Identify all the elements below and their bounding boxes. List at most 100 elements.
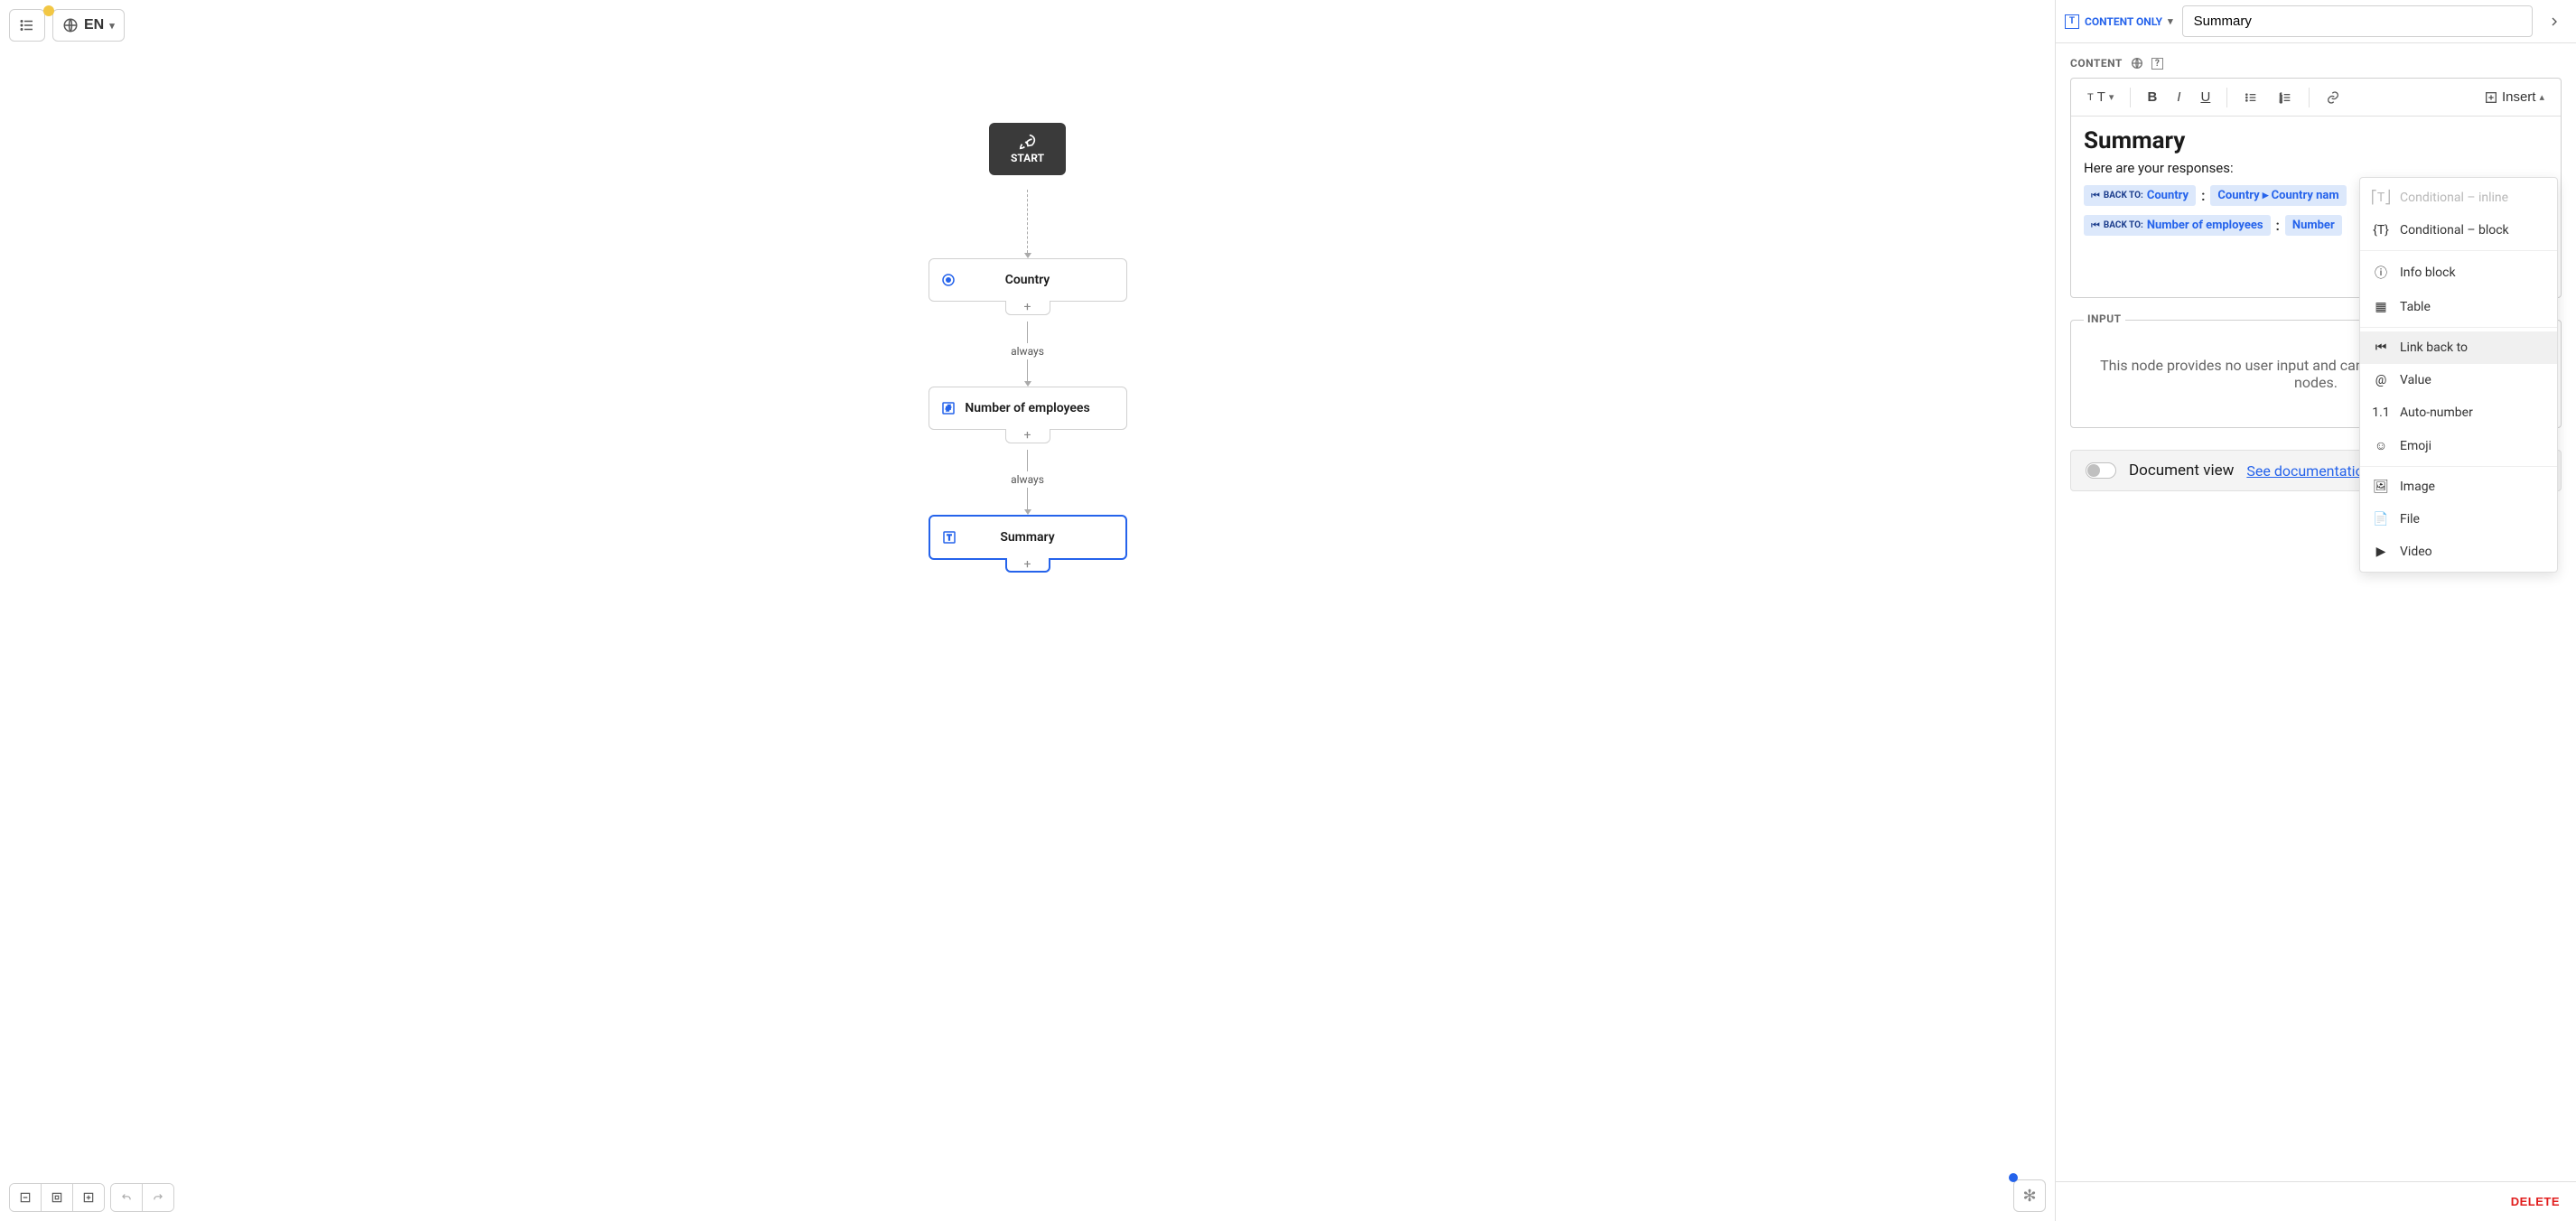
link-icon bbox=[2326, 90, 2340, 105]
value-chip[interactable]: Number bbox=[2285, 215, 2342, 236]
bullet-list-icon bbox=[2244, 90, 2258, 105]
colon: : bbox=[2201, 187, 2205, 204]
globe-icon bbox=[62, 17, 79, 33]
numbered-list-icon: 123 bbox=[2278, 90, 2292, 105]
chevron-down-icon: ▾ bbox=[2109, 91, 2114, 103]
node-name-input[interactable] bbox=[2182, 5, 2533, 37]
insert-menu-item[interactable]: {T} Conditional – block bbox=[2360, 214, 2557, 247]
bold-button[interactable]: B bbox=[2138, 84, 2166, 110]
menu-item-label: Link back to bbox=[2400, 340, 2468, 355]
insert-menu-item[interactable]: @Value bbox=[2360, 364, 2557, 396]
document-view-toggle[interactable] bbox=[2086, 462, 2116, 479]
add-below-button[interactable]: + bbox=[1005, 301, 1050, 315]
edge bbox=[1027, 450, 1028, 471]
undo-button[interactable] bbox=[111, 1184, 142, 1211]
menu-item-label: Image bbox=[2400, 480, 2435, 494]
node-number-of-employees[interactable]: # Number of employees + bbox=[929, 387, 1127, 430]
underline-button[interactable]: U bbox=[2191, 84, 2219, 110]
dirty-indicator bbox=[43, 5, 54, 16]
menu-item-icon: 📄 bbox=[2373, 512, 2389, 527]
zoom-in-button[interactable] bbox=[72, 1184, 104, 1211]
insert-menu-item: ⎡T⎦ Conditional – inline bbox=[2360, 182, 2557, 214]
globe-icon bbox=[2130, 56, 2144, 70]
insert-menu-item[interactable]: 📄 File bbox=[2360, 503, 2557, 536]
circle-dot-icon bbox=[940, 272, 957, 288]
menu-item-label: Emoji bbox=[2400, 439, 2431, 453]
italic-button[interactable]: I bbox=[2168, 84, 2189, 110]
menu-item-label: Info block bbox=[2400, 266, 2456, 280]
redo-button[interactable] bbox=[142, 1184, 173, 1211]
menu-item-label: Conditional – inline bbox=[2400, 191, 2508, 205]
node-summary[interactable]: T Summary + bbox=[929, 515, 1127, 560]
text-icon: T bbox=[941, 529, 957, 545]
fit-icon bbox=[51, 1191, 63, 1204]
svg-text:T: T bbox=[947, 534, 951, 543]
edge bbox=[1027, 190, 1028, 253]
add-below-button[interactable]: + bbox=[1005, 429, 1050, 443]
insert-menu-item[interactable]: ☺Emoji bbox=[2360, 429, 2557, 462]
undo-icon bbox=[120, 1191, 133, 1204]
menu-item-label: Value bbox=[2400, 373, 2431, 387]
node-title: Number of employees bbox=[965, 400, 1089, 416]
edge bbox=[1027, 322, 1028, 343]
insert-menu-item[interactable]: ▦Table bbox=[2360, 291, 2557, 323]
text-icon: T bbox=[2065, 14, 2079, 29]
editor-heading: Summary bbox=[2084, 127, 2548, 154]
zoom-fit-button[interactable] bbox=[41, 1184, 72, 1211]
chevron-up-icon: ▴ bbox=[2539, 91, 2544, 103]
node-title: Summary bbox=[1000, 529, 1054, 545]
menu-item-label: File bbox=[2400, 512, 2420, 527]
chevron-down-icon: ▾ bbox=[2168, 15, 2173, 27]
language-selector[interactable]: EN ▾ bbox=[52, 9, 125, 42]
svg-text:#: # bbox=[946, 405, 951, 414]
menu-item-icon: ▶ bbox=[2373, 545, 2389, 559]
numbered-list-button[interactable]: 123 bbox=[2269, 85, 2301, 110]
menu-item-icon: ⎡T⎦ bbox=[2373, 191, 2389, 205]
edge-label: always bbox=[1011, 343, 1044, 359]
menu-item-icon: {T} bbox=[2373, 223, 2389, 238]
plus-icon bbox=[82, 1191, 95, 1204]
outline-toggle-button[interactable] bbox=[9, 9, 45, 42]
menu-item-icon: 🖼 bbox=[2373, 480, 2389, 494]
insert-menu-item[interactable]: ⓘ Info block bbox=[2360, 255, 2557, 291]
zoom-out-button[interactable] bbox=[10, 1184, 41, 1211]
docview-docs-link[interactable]: See documentation bbox=[2246, 462, 2371, 480]
back-to-chip[interactable]: ⏮BACK TO: Number of employees bbox=[2084, 215, 2271, 236]
link-button[interactable] bbox=[2317, 85, 2349, 110]
insert-menu-item[interactable]: 🖼 Image bbox=[2360, 471, 2557, 503]
list-icon bbox=[19, 17, 35, 33]
hash-icon: # bbox=[940, 400, 957, 416]
input-legend: INPUT bbox=[2084, 312, 2125, 325]
redo-icon bbox=[152, 1191, 164, 1204]
language-label: EN bbox=[84, 17, 104, 33]
back-to-chip[interactable]: ⏮BACK TO: Country bbox=[2084, 185, 2196, 206]
insert-menu-item[interactable]: ⏮ Link back to bbox=[2360, 331, 2557, 364]
plus-box-icon bbox=[2484, 90, 2498, 105]
menu-item-icon: ⓘ bbox=[2373, 264, 2389, 282]
start-node[interactable]: START bbox=[989, 123, 1066, 175]
start-node-label: START bbox=[1011, 152, 1044, 166]
insert-menu-item[interactable]: 1.1Auto-number bbox=[2360, 396, 2557, 429]
insert-menu-item[interactable]: ▶Video bbox=[2360, 536, 2557, 568]
rewind-icon: ⏮ bbox=[2091, 219, 2100, 232]
canvas-menu-button[interactable]: ✻ bbox=[2013, 1179, 2046, 1212]
bullet-list-button[interactable] bbox=[2235, 85, 2267, 110]
menu-item-icon: ⏮ bbox=[2373, 340, 2389, 355]
add-below-button[interactable]: + bbox=[1005, 558, 1050, 573]
text-size-button[interactable]: TT ▾ bbox=[2078, 84, 2123, 110]
node-country[interactable]: Country + bbox=[929, 258, 1127, 302]
node-type-badge[interactable]: T CONTENT ONLY ▾ bbox=[2065, 14, 2173, 29]
menu-item-label: Conditional – block bbox=[2400, 223, 2509, 238]
chevron-down-icon: ▾ bbox=[109, 20, 115, 32]
asterisk-icon: ✻ bbox=[2022, 1187, 2036, 1206]
collapse-panel-button[interactable] bbox=[2542, 9, 2567, 34]
node-title: Country bbox=[1005, 272, 1050, 288]
value-chip[interactable]: Country ▸ Country nam bbox=[2210, 185, 2346, 206]
edge-label: always bbox=[1011, 471, 1044, 488]
help-icon[interactable]: ? bbox=[2151, 58, 2163, 70]
delete-button[interactable]: DELETE bbox=[2511, 1195, 2560, 1208]
flow-canvas[interactable]: START Country + always # Number of emplo… bbox=[0, 51, 2055, 1221]
insert-label: Insert bbox=[2502, 89, 2536, 105]
insert-button[interactable]: Insert ▴ bbox=[2475, 84, 2553, 110]
svg-text:3: 3 bbox=[2280, 99, 2282, 104]
